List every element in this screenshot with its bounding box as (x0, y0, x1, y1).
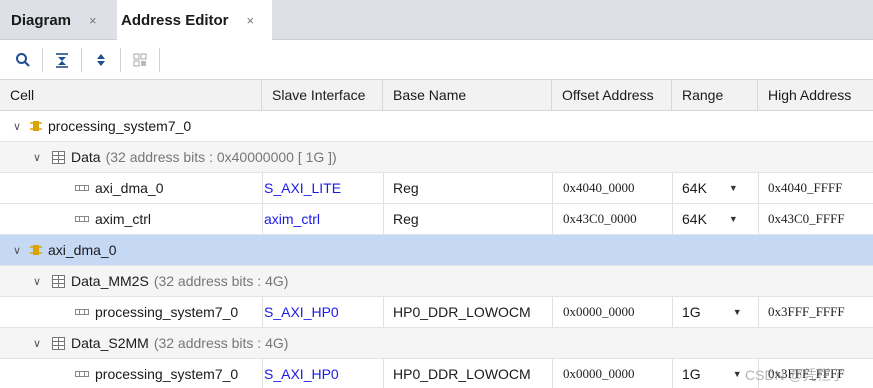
dropdown-arrow-icon[interactable]: ▼ (733, 369, 742, 379)
range-value: 1G (682, 304, 701, 320)
segment-icon (75, 370, 89, 378)
cell-name: Data (71, 149, 101, 165)
offset-address[interactable]: 0x0000_0000 (563, 297, 635, 327)
offset-address[interactable]: 0x0000_0000 (563, 359, 635, 388)
slave-interface-link[interactable]: axim_ctrl (264, 204, 320, 234)
toolbar (0, 41, 873, 79)
address-bits-note: (32 address bits : 4G) (153, 335, 289, 351)
collapse-all-icon[interactable] (51, 49, 73, 71)
high-address: 0x4040_FFFF (768, 180, 843, 195)
table-header: Cell Slave Interface Base Name Offset Ad… (0, 79, 873, 111)
address-bits-note: (32 address bits : 4G) (153, 273, 289, 289)
table-row[interactable]: ∨ Data (32 address bits : 0x40000000 [ 1… (0, 142, 873, 173)
column-header-offset-address[interactable]: Offset Address (552, 80, 672, 110)
base-name: HP0_DDR_LOWOCM (393, 366, 531, 382)
table-row[interactable]: axi_dma_0 S_AXI_LITE Reg 0x4040_0000 64K… (0, 173, 873, 204)
tab-bar: Diagram × Address Editor × (0, 0, 873, 41)
range-value: 64K (682, 180, 707, 196)
slave-interface-link[interactable]: S_AXI_HP0 (264, 359, 339, 388)
slave-interface-link[interactable]: S_AXI_LITE (264, 173, 341, 203)
search-icon[interactable] (12, 49, 34, 71)
range-select[interactable]: 64K ▼ (682, 204, 738, 234)
chevron-down-icon[interactable]: ∨ (10, 120, 24, 133)
cell-name: axi_dma_0 (95, 180, 164, 196)
tab-diagram-label: Diagram (11, 11, 72, 29)
cell-name: processing_system7_0 (48, 118, 192, 134)
expand-all-icon[interactable] (90, 49, 112, 71)
range-select[interactable]: 64K ▼ (682, 173, 738, 203)
column-header-base-name[interactable]: Base Name (383, 80, 552, 110)
toolbar-divider (81, 48, 82, 72)
segment-icon (75, 308, 89, 316)
chevron-down-icon[interactable]: ∨ (30, 151, 44, 164)
table-row[interactable]: ∨ Data_S2MM (32 address bits : 4G) (0, 328, 873, 359)
address-space-icon (52, 274, 65, 288)
base-name: Reg (393, 211, 419, 227)
cell-name: Data_S2MM (71, 335, 149, 351)
ip-icon (30, 243, 42, 257)
table-row-selected[interactable]: ∨ axi_dma_0 (0, 235, 873, 266)
base-name: HP0_DDR_LOWOCM (393, 304, 531, 320)
column-header-range[interactable]: Range (672, 80, 758, 110)
auto-assign-icon[interactable] (129, 49, 151, 71)
offset-address[interactable]: 0x4040_0000 (563, 173, 635, 203)
watermark: CSDN @凭栏了 (745, 367, 845, 383)
ip-icon (30, 119, 42, 133)
cell-name: Data_MM2S (71, 273, 149, 289)
dropdown-arrow-icon[interactable]: ▼ (733, 307, 742, 317)
cell-name: axi_dma_0 (48, 242, 117, 258)
close-icon[interactable]: × (89, 13, 97, 28)
chevron-down-icon[interactable]: ∨ (10, 244, 24, 257)
toolbar-divider (159, 48, 160, 72)
chevron-down-icon[interactable]: ∨ (30, 337, 44, 350)
tab-diagram[interactable]: Diagram × (0, 0, 117, 40)
range-value: 64K (682, 211, 707, 227)
table-row[interactable]: processing_system7_0 S_AXI_HP0 HP0_DDR_L… (0, 297, 873, 328)
high-address: 0x3FFF_FFFF (768, 304, 845, 319)
column-header-high-address[interactable]: High Address (758, 80, 873, 110)
table-row[interactable]: axim_ctrl axim_ctrl Reg 0x43C0_0000 64K … (0, 204, 873, 235)
segment-icon (75, 215, 89, 223)
table-row[interactable]: ∨ Data_MM2S (32 address bits : 4G) (0, 266, 873, 297)
toolbar-divider (120, 48, 121, 72)
close-icon[interactable]: × (247, 13, 255, 28)
column-header-slave-interface[interactable]: Slave Interface (262, 80, 383, 110)
range-select[interactable]: 1G ▼ (682, 359, 742, 388)
tab-address-editor[interactable]: Address Editor × (117, 0, 272, 41)
address-space-icon (52, 336, 65, 350)
range-select[interactable]: 1G ▼ (682, 297, 742, 327)
slave-interface-link[interactable]: S_AXI_HP0 (264, 297, 339, 327)
dropdown-arrow-icon[interactable]: ▼ (729, 183, 738, 193)
offset-address[interactable]: 0x43C0_0000 (563, 204, 637, 234)
column-header-cell[interactable]: Cell (0, 80, 262, 110)
table-row[interactable]: ∨ processing_system7_0 (0, 111, 873, 142)
dropdown-arrow-icon[interactable]: ▼ (729, 214, 738, 224)
cell-name: processing_system7_0 (95, 366, 239, 382)
tab-address-editor-label: Address Editor (121, 12, 229, 29)
base-name: Reg (393, 180, 419, 196)
address-space-icon (52, 150, 65, 164)
toolbar-divider (42, 48, 43, 72)
range-value: 1G (682, 366, 701, 382)
cell-name: axim_ctrl (95, 211, 152, 227)
segment-icon (75, 184, 89, 192)
high-address: 0x43C0_FFFF (768, 211, 845, 226)
address-bits-note: (32 address bits : 0x40000000 [ 1G ]) (105, 149, 337, 165)
chevron-down-icon[interactable]: ∨ (30, 275, 44, 288)
table-row[interactable]: processing_system7_0 S_AXI_HP0 HP0_DDR_L… (0, 359, 873, 388)
cell-name: processing_system7_0 (95, 304, 239, 320)
